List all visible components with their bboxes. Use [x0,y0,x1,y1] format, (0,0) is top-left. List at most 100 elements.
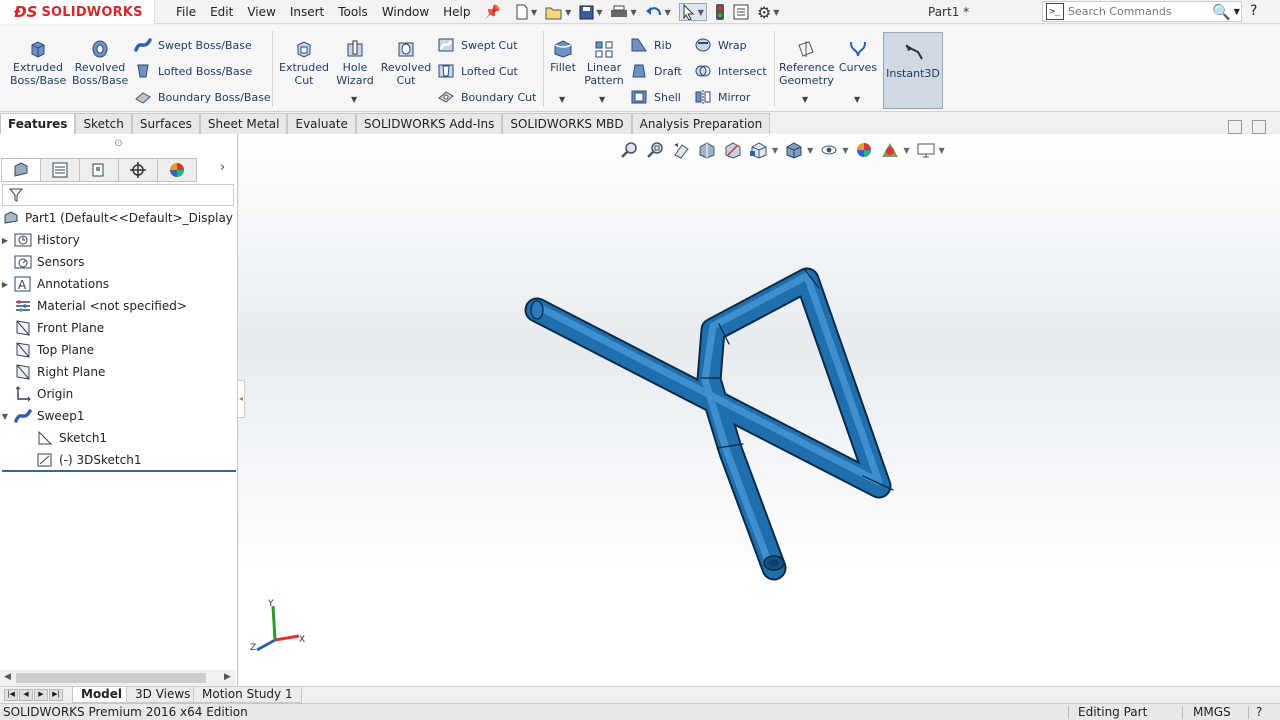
scroll-thumb[interactable] [16,673,206,683]
tree-item-top-plane[interactable]: Top Plane [0,339,236,361]
linear-pattern-button[interactable]: Linear Pattern [584,39,624,87]
swept-tube-model[interactable] [239,134,1280,686]
undo-button[interactable]: ▼ [645,5,671,19]
tree-item-front-plane[interactable]: Front Plane [0,317,236,339]
tree-item-annotations[interactable]: ▶ A Annotations [0,273,236,295]
rib-button[interactable]: Rib [630,37,672,53]
print-button[interactable]: ▼ [610,5,637,20]
boundary-boss-button[interactable]: Boundary Boss/Base [134,89,271,105]
scroll-left-icon[interactable]: ◀ [4,672,11,682]
swept-cut-button[interactable]: Swept Cut [437,37,518,53]
linear-pattern-dropdown[interactable]: ▼ [599,95,605,104]
last-tab-icon[interactable]: ▶| [49,689,63,701]
tab-display-manager[interactable] [157,158,197,182]
fillet-dropdown[interactable]: ▼ [559,95,565,104]
wrap-button[interactable]: Wrap [694,37,747,53]
tab-model[interactable]: Model [72,687,132,703]
search-commands-input[interactable] [1068,5,1208,18]
scroll-right-icon[interactable]: ▶ [224,672,231,682]
maximize-viewport-icon[interactable] [1252,120,1266,134]
next-tab-icon[interactable]: ▶ [34,689,48,701]
fillet-button[interactable]: Fillet [548,39,578,74]
tab-featuremanager-tree[interactable] [1,158,41,182]
select-button[interactable]: ▼ [678,3,707,21]
menu-help[interactable]: Help [443,5,470,19]
rollback-bar[interactable] [2,470,236,472]
tree-item-origin[interactable]: Origin [0,383,236,405]
solidworks-logo[interactable]: ĐS SOLIDWORKS [0,0,155,24]
open-button[interactable]: ▼ [545,5,571,20]
tree-item-sketch1[interactable]: Sketch1 [0,427,236,449]
draft-button[interactable]: Draft [630,63,682,79]
tab-features[interactable]: Features [0,113,76,134]
revolved-cut-button[interactable]: Revolved Cut [380,39,432,87]
tab-sheet-metal[interactable]: Sheet Metal [199,113,288,134]
tree-item-sensors[interactable]: Sensors [0,251,236,273]
restore-viewport-icon[interactable] [1228,120,1242,134]
panel-grip-icon[interactable]: ⊙ [0,134,237,156]
lofted-cut-button[interactable]: Lofted Cut [437,63,518,79]
tree-item-right-plane[interactable]: Right Plane [0,361,236,383]
collapse-arrow-icon[interactable]: ▼ [0,412,10,421]
graphics-area[interactable]: ▼ ▼ ▼ ▼ ▼ Y X Z [239,134,1280,686]
hole-wizard-button[interactable]: Hole Wizard [334,39,376,87]
revolved-boss-button[interactable]: Revolved Boss/Base [72,39,128,87]
tree-item-history[interactable]: ▶ History [0,229,236,251]
reference-geometry-button[interactable]: Reference Geometry [779,39,834,87]
prev-tab-icon[interactable]: ◀ [19,689,33,701]
rebuild-button[interactable] [715,3,725,21]
reference-geometry-dropdown[interactable]: ▼ [802,95,808,104]
tree-horizontal-scrollbar[interactable]: ◀ ▶ [0,670,236,686]
tree-item-3dsketch1[interactable]: (-) 3DSketch1 [0,449,236,471]
first-tab-icon[interactable]: |◀ [4,689,18,701]
tab-surfaces[interactable]: Surfaces [131,113,200,134]
pin-icon[interactable]: 📌 [485,5,501,20]
options-button[interactable]: ⚙ ▼ [757,3,780,22]
tab-configuration-manager[interactable] [79,158,119,182]
menu-tools[interactable]: Tools [338,5,368,19]
panel-splitter-handle[interactable]: ◂ [237,380,245,418]
expand-arrow-icon[interactable]: ▶ [0,280,10,289]
hole-wizard-dropdown[interactable]: ▼ [351,95,357,104]
menu-window[interactable]: Window [382,5,429,19]
tab-motion-study-1[interactable]: Motion Study 1 [193,687,302,703]
tree-filter[interactable] [2,184,234,206]
tree-item-sweep1[interactable]: ▼ Sweep1 [0,405,236,427]
intersect-button[interactable]: Intersect [694,63,767,79]
unit-system-selector[interactable]: MMGS [1193,705,1231,719]
gear-icon: ⚙ [756,2,772,22]
boundary-cut-button[interactable]: Boundary Cut [437,89,536,105]
menu-view[interactable]: View [247,5,275,19]
swept-boss-button[interactable]: Swept Boss/Base [134,37,252,53]
tree-item-material[interactable]: Material <not specified> [0,295,236,317]
tab-analysis-preparation[interactable]: Analysis Preparation [631,113,771,134]
curves-button[interactable]: Curves [838,39,878,74]
menu-insert[interactable]: Insert [290,5,324,19]
help-question-icon[interactable]: ? [1250,3,1257,19]
tab-solidworks-mbd[interactable]: SOLIDWORKS MBD [502,113,632,134]
search-icon[interactable]: 🔍 [1212,3,1231,21]
tab-property-manager[interactable] [40,158,80,182]
more-tabs-chevron-icon[interactable]: › [220,160,225,175]
search-options-dropdown[interactable]: ▼ [1234,7,1240,16]
tab-evaluate[interactable]: Evaluate [287,113,356,134]
curves-dropdown[interactable]: ▼ [854,95,860,104]
new-document-button[interactable]: ▼ [515,4,537,20]
status-help-icon[interactable]: ? [1256,705,1262,719]
menu-edit[interactable]: Edit [210,5,233,19]
tree-root-part[interactable]: Part1 (Default<<Default>_Display State [0,207,236,229]
lofted-boss-button[interactable]: Lofted Boss/Base [134,63,252,79]
tab-solidworks-add-ins[interactable]: SOLIDWORKS Add-Ins [355,113,503,134]
extruded-boss-button[interactable]: Extruded Boss/Base [10,39,66,87]
tab-dimxpert-manager[interactable] [118,158,158,182]
menu-file[interactable]: File [176,5,196,19]
extruded-cut-button[interactable]: Extruded Cut [278,39,330,87]
expand-arrow-icon[interactable]: ▶ [0,236,10,245]
instant3d-button[interactable]: Instant3D [883,32,943,109]
mirror-button[interactable]: Mirror [694,89,750,105]
save-button[interactable]: ▼ [579,5,602,20]
tab-sketch[interactable]: Sketch [75,113,132,134]
shell-button[interactable]: Shell [630,89,681,105]
file-properties-button[interactable] [733,4,749,20]
tab-3d-views[interactable]: 3D Views [126,687,200,703]
